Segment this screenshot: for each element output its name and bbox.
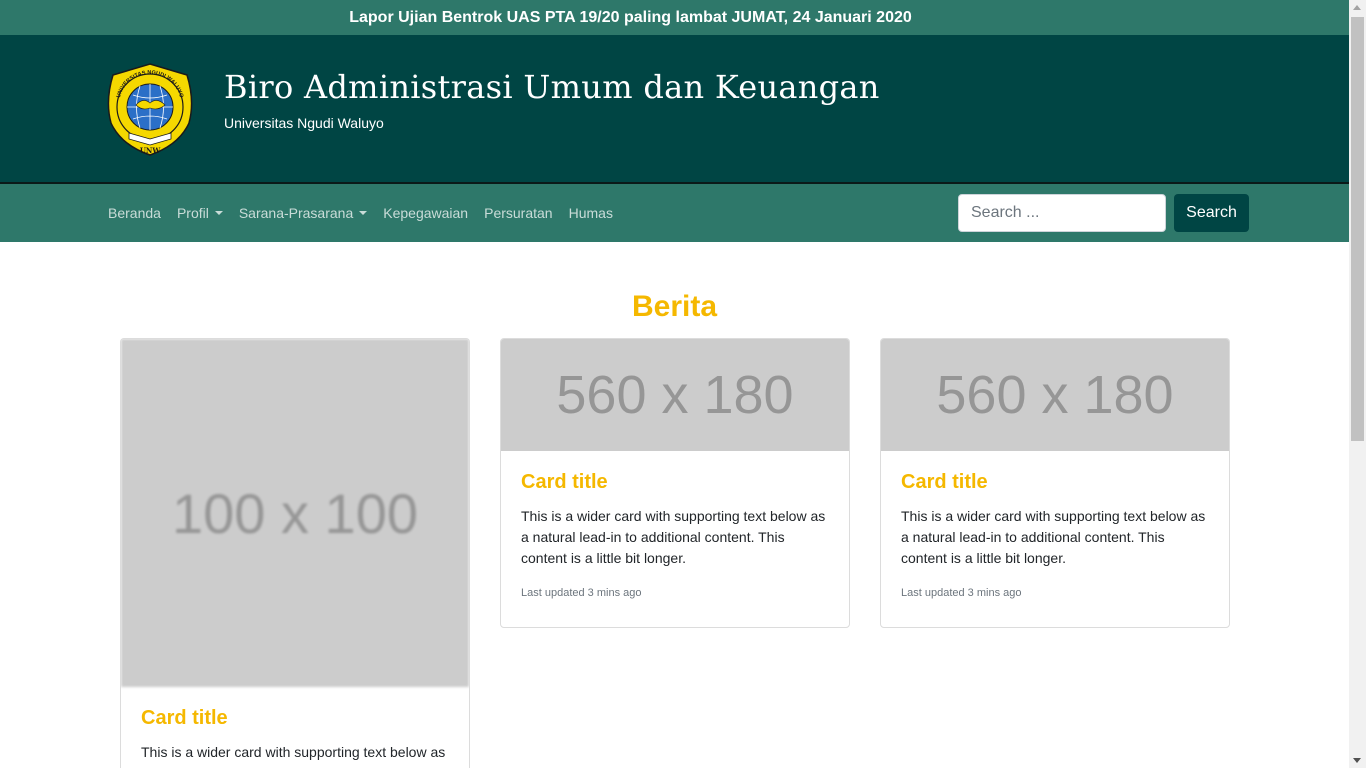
nav-item-persuratan[interactable]: Persuratan: [476, 205, 560, 221]
scroll-up-arrow-icon[interactable]: [1353, 5, 1361, 10]
nav-item-humas[interactable]: Humas: [561, 205, 621, 221]
card-title[interactable]: Card title: [141, 707, 449, 730]
nav-item-profil[interactable]: Profil: [169, 205, 231, 221]
news-card[interactable]: 560 x 180 Card title This is a wider car…: [500, 338, 850, 628]
scrollbar-thumb[interactable]: [1351, 17, 1364, 441]
nav-item-label: Humas: [568, 205, 613, 221]
nav-item-label: Persuratan: [484, 205, 553, 221]
nav-item-beranda[interactable]: Beranda: [100, 205, 169, 221]
site-title[interactable]: Biro Administrasi Umum dan Keuangan: [224, 68, 880, 106]
card-text: This is a wider card with supporting tex…: [141, 744, 446, 760]
news-card[interactable]: 100 x 100 Card title This is a wider car…: [120, 338, 470, 768]
scroll-down-arrow-icon[interactable]: [1353, 758, 1361, 763]
university-logo[interactable]: UNIVERSITAS NGUDI WALUYO UNW: [103, 61, 197, 157]
nav-menu: Beranda Profil Sarana-Prasarana Kepegawa…: [100, 184, 621, 242]
card-text: This is a wider card with supporting tex…: [901, 508, 1206, 566]
card-image-placeholder: 560 x 180: [881, 339, 1229, 451]
caret-down-icon: [214, 211, 223, 215]
card-body: Card title This is a wider card with sup…: [881, 451, 1229, 599]
site-header: UNIVERSITAS NGUDI WALUYO UNW Biro Admini…: [0, 35, 1349, 184]
search-input[interactable]: [958, 194, 1166, 232]
vertical-scrollbar[interactable]: [1349, 0, 1366, 768]
card-body: Card title This is a wider card with sup…: [121, 687, 469, 763]
card-image-placeholder: 100 x 100: [121, 339, 469, 687]
card-text: This is a wider card with supporting tex…: [521, 508, 826, 566]
card-timestamp: Last updated 3 mins ago: [521, 587, 642, 599]
search-button[interactable]: Search: [1174, 194, 1249, 232]
main-navbar: Beranda Profil Sarana-Prasarana Kepegawa…: [0, 184, 1349, 242]
logo-abbreviation: UNW: [140, 146, 161, 155]
nav-item-label: Beranda: [108, 205, 161, 221]
nav-item-label: Profil: [176, 205, 209, 221]
card-title[interactable]: Card title: [521, 471, 829, 494]
section-title: Berita: [631, 290, 718, 323]
site-subtitle: Universitas Ngudi Waluyo: [224, 115, 384, 131]
card-image-placeholder: 560 x 180: [501, 339, 849, 451]
news-card[interactable]: 560 x 180 Card title This is a wider car…: [880, 338, 1230, 628]
nav-item-kepegawaian[interactable]: Kepegawaian: [375, 205, 476, 221]
nav-item-sarana-prasarana[interactable]: Sarana-Prasarana: [231, 205, 375, 221]
nav-item-label: Sarana-Prasarana: [238, 205, 354, 221]
card-body: Card title This is a wider card with sup…: [501, 451, 849, 599]
card-title[interactable]: Card title: [901, 471, 1209, 494]
caret-down-icon: [359, 211, 368, 215]
nav-item-label: Kepegawaian: [383, 205, 469, 221]
announcement-bar: Lapor Ujian Bentrok UAS PTA 19/20 paling…: [0, 0, 1349, 35]
page: Lapor Ujian Bentrok UAS PTA 19/20 paling…: [0, 0, 1349, 768]
card-timestamp: Last updated 3 mins ago: [901, 587, 1022, 599]
announcement-text: Lapor Ujian Bentrok UAS PTA 19/20 paling…: [349, 8, 912, 26]
